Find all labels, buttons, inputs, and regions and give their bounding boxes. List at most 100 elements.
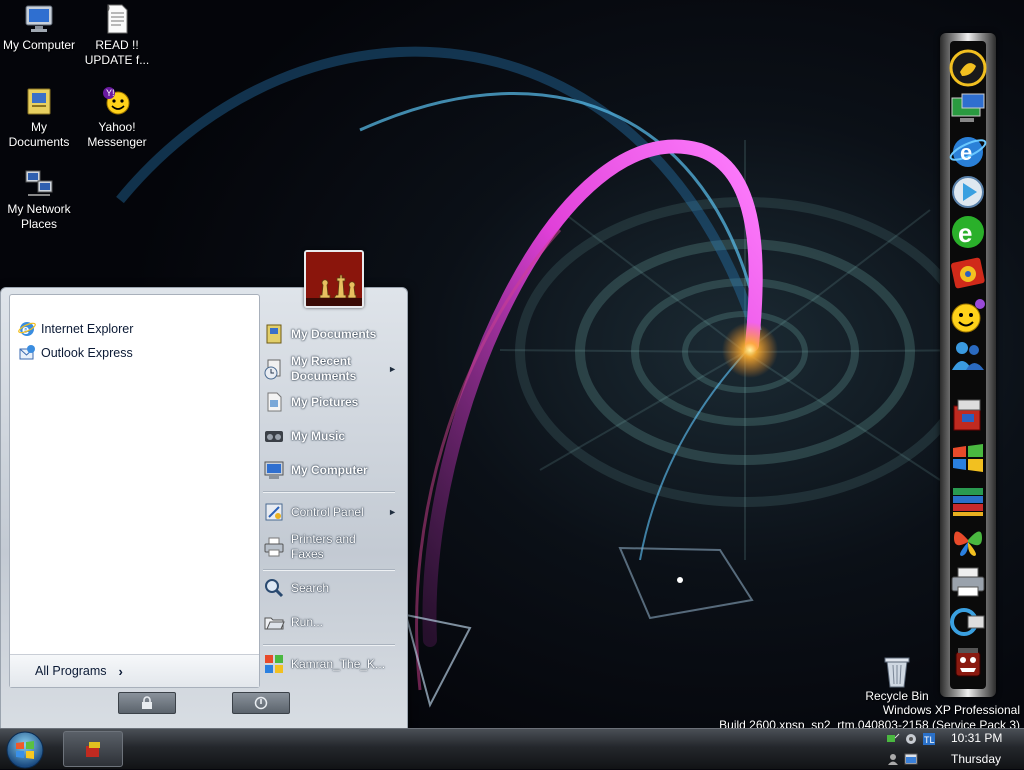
display-monitor-icon[interactable] xyxy=(948,90,988,130)
windows-logo-icon xyxy=(265,655,283,673)
windows-flag-icon[interactable] xyxy=(948,438,988,478)
lock-button[interactable] xyxy=(118,692,176,714)
smiley-messenger-icon[interactable] xyxy=(948,296,988,336)
menu-run[interactable]: Run... xyxy=(263,610,401,634)
printer-icon xyxy=(264,537,284,557)
menu-control-panel[interactable]: Control Panel ► xyxy=(263,500,401,524)
internet-explorer-dock-icon[interactable]: e xyxy=(948,132,988,172)
pictures-icon xyxy=(267,392,282,412)
music-icon xyxy=(265,431,283,442)
start-orb-button[interactable] xyxy=(3,730,47,770)
menu-item-label: Printers and Faxes xyxy=(291,532,356,561)
menu-separator xyxy=(263,569,395,571)
network-connection-icon[interactable] xyxy=(948,602,988,642)
taskbar: TL 10:31 PM Thursday xyxy=(0,728,1024,769)
pinned-internet-explorer[interactable]: e Internet Explorer xyxy=(18,318,133,340)
pinned-outlook-express[interactable]: Outlook Express xyxy=(18,342,133,364)
computer-icon xyxy=(264,461,284,479)
desktop-icon-recycle-bin[interactable]: Recycle Bin xyxy=(861,655,933,703)
browser-green-e-icon[interactable]: e xyxy=(948,212,988,252)
menu-item-label: Run... xyxy=(291,615,324,629)
menu-item-label: My Computer xyxy=(291,463,368,477)
pinned-item-label: Outlook Express xyxy=(41,346,133,360)
submenu-arrow-icon: ► xyxy=(388,507,397,517)
clock-day[interactable]: Thursday xyxy=(951,752,1001,766)
language-bar-tray-icon[interactable]: TL xyxy=(922,732,936,746)
menu-my-computer[interactable]: My Computer xyxy=(263,458,401,482)
power-icon xyxy=(254,696,268,710)
control-panel-icon xyxy=(265,503,283,521)
internet-explorer-icon: e xyxy=(18,322,36,337)
winamp-icon[interactable] xyxy=(948,48,988,88)
menu-my-pictures[interactable]: My Pictures xyxy=(263,390,401,414)
watermark-line: Windows XP Professional xyxy=(882,703,1020,717)
network-icon xyxy=(25,170,53,196)
svg-text:e: e xyxy=(958,218,972,248)
monitor-icon xyxy=(25,5,53,32)
all-programs-label: All Programs xyxy=(35,664,107,678)
desktop-icon-yahoo-messenger[interactable]: Y! Yahoo! Messenger xyxy=(77,85,157,150)
package-installer-icon xyxy=(86,742,100,757)
stacked-books-icon[interactable] xyxy=(948,480,988,520)
menu-separator xyxy=(263,491,395,493)
menu-printers-and-faxes[interactable]: Printers and Faxes xyxy=(263,530,401,564)
menu-my-music[interactable]: My Music xyxy=(263,424,401,448)
submenu-arrow-icon: ► xyxy=(388,364,397,374)
text-document-icon xyxy=(107,4,128,34)
lock-icon xyxy=(142,696,152,709)
desktop-icon-label: My Computer xyxy=(2,38,76,52)
search-icon xyxy=(265,579,284,598)
settings-tray-icon[interactable] xyxy=(904,732,918,746)
run-icon xyxy=(264,617,285,630)
desktop-icon-read-update[interactable]: READ !! UPDATE f... xyxy=(77,3,157,68)
desktop-icon-label: READ !! UPDATE f... xyxy=(84,38,150,67)
taskbar-window-button[interactable] xyxy=(63,731,123,767)
menu-separator xyxy=(263,644,395,646)
desktop-icon-my-documents[interactable]: My Documents xyxy=(0,85,79,150)
desktop-icon-label: Yahoo! Messenger xyxy=(87,120,147,149)
menu-item-label: My Music xyxy=(291,429,346,443)
menu-user-account[interactable]: Kamran_The_K... xyxy=(263,652,401,676)
clock-time[interactable]: 10:31 PM xyxy=(951,731,1002,745)
desktop-icon-my-network-places[interactable]: My Network Places xyxy=(0,167,79,232)
window-tray-icon[interactable] xyxy=(904,752,918,766)
all-programs-button[interactable]: All Programs › xyxy=(10,654,259,687)
yahoo-messenger-icon: Y! xyxy=(103,87,130,115)
media-center-icon[interactable] xyxy=(948,254,988,294)
start-menu-left-pane: e Internet Explorer Outlook Express All … xyxy=(9,294,260,688)
svg-text:e: e xyxy=(960,140,972,165)
trash-monster-icon[interactable] xyxy=(948,642,988,682)
menu-item-label: My Pictures xyxy=(291,395,359,409)
recent-documents-icon xyxy=(264,359,281,380)
outlook-express-icon xyxy=(19,345,35,360)
svg-text:TL: TL xyxy=(924,735,935,745)
menu-item-label: My Documents xyxy=(291,327,377,341)
printer-dock-icon[interactable] xyxy=(948,562,988,602)
desktop-icon-my-computer[interactable]: My Computer xyxy=(0,3,79,53)
system-tray: TL 10:31 PM Thursday xyxy=(882,729,1024,769)
network-tray-icon[interactable] xyxy=(886,732,900,746)
documents-icon xyxy=(266,324,282,344)
chevron-right-icon: › xyxy=(118,663,123,679)
desktop-icon-label: Recycle Bin xyxy=(865,689,929,703)
menu-search[interactable]: Search xyxy=(263,576,401,600)
menu-item-label: Search xyxy=(291,581,330,595)
media-player-icon[interactable] xyxy=(948,172,988,212)
recycle-bin-icon xyxy=(884,657,910,688)
folder-documents-icon xyxy=(27,88,51,115)
desktop-icon-label: My Documents xyxy=(8,120,70,149)
desktop-icon-label: My Network Places xyxy=(7,202,71,231)
menu-item-label: Kamran_The_K... xyxy=(291,657,386,671)
power-button[interactable] xyxy=(232,692,290,714)
butterfly-icon[interactable] xyxy=(948,520,988,560)
menu-item-label: My Recent Documents xyxy=(291,354,357,383)
svg-text:Y!: Y! xyxy=(106,88,115,98)
pinned-item-label: Internet Explorer xyxy=(41,322,134,336)
user-tray-icon[interactable] xyxy=(886,752,900,766)
user-picture[interactable] xyxy=(304,250,364,308)
msn-messenger-icon[interactable] xyxy=(948,336,988,376)
package-installer-icon[interactable] xyxy=(948,396,988,436)
menu-my-documents[interactable]: My Documents xyxy=(263,322,401,346)
menu-my-recent-documents[interactable]: My Recent Documents ► xyxy=(263,352,401,386)
chess-pieces-icon xyxy=(306,252,362,306)
